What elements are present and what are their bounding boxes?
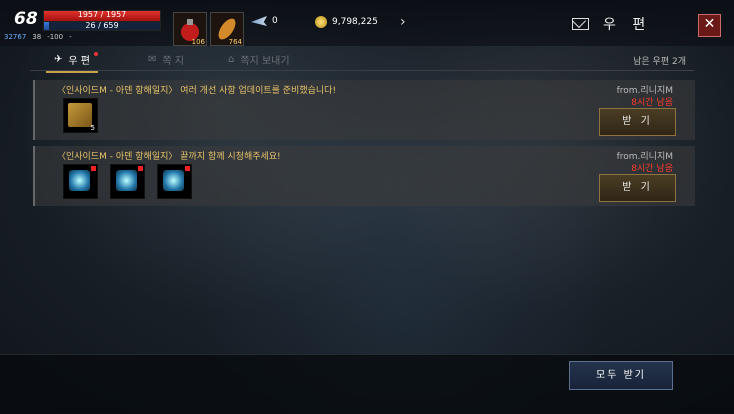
chevron-right-icon[interactable]: ›	[400, 14, 406, 30]
tab-note-label: 쪽 지	[162, 56, 184, 67]
mail-tab-icon: ✈	[54, 54, 63, 65]
mail-subject: 〈인사이드M - 아덴 항해일지〉 끝까지 함께 시청해주세요!	[57, 152, 281, 162]
power-value: 32767	[4, 33, 27, 41]
scroll-slot[interactable]: 764	[210, 12, 244, 46]
new-badge	[91, 166, 96, 171]
receive-button[interactable]: 받 기	[599, 108, 676, 136]
note-tab-icon: ✉	[148, 54, 157, 65]
mp-text: 26 / 659	[85, 21, 119, 30]
potion-slot[interactable]: 106	[173, 12, 207, 46]
attachment-slot[interactable]	[110, 164, 145, 199]
stat-a: 38	[32, 33, 42, 41]
adena-currency: 9,798,225	[315, 16, 378, 28]
mail-subject: 〈인사이드M - 아덴 항해일지〉 여러 개선 사항 업데이트를 준비했습니다!	[57, 86, 337, 96]
receive-all-button[interactable]: 모두 받기	[569, 361, 673, 390]
blue-gem-icon	[116, 170, 137, 191]
tab-send-note[interactable]: ⌂ 쪽지 보내기	[228, 52, 290, 67]
mail-time-left: 8시간 남음	[631, 98, 673, 108]
new-badge	[185, 166, 190, 171]
feather-icon	[251, 16, 267, 26]
tab-note[interactable]: ✉ 쪽 지	[148, 52, 184, 67]
envelope-icon	[572, 18, 589, 30]
tab-send-note-label: 쪽지 보내기	[240, 56, 290, 67]
attachment-slot[interactable]	[63, 164, 98, 199]
blue-gem-icon	[163, 170, 184, 191]
remaining-count: 남은 우편 2개	[633, 57, 686, 67]
stat-c: -	[69, 33, 72, 41]
feather-value: 0	[272, 16, 278, 26]
adena-value: 9,798,225	[332, 17, 378, 27]
close-button[interactable]: ✕	[698, 14, 721, 37]
receive-button[interactable]: 받 기	[599, 174, 676, 202]
mp-bar: 26 / 659	[43, 21, 161, 31]
attachment-count: 5	[90, 124, 95, 132]
player-level: 68	[14, 9, 38, 29]
new-badge	[138, 166, 143, 171]
stat-b: -100	[47, 33, 64, 41]
player-stats: 32767 38 -100 -	[4, 33, 72, 41]
coin-icon	[315, 16, 327, 28]
close-icon: ✕	[703, 16, 716, 32]
gift-box-icon	[68, 103, 92, 127]
tab-mail[interactable]: ✈ 우 편	[46, 52, 98, 73]
scroll-count: 764	[228, 38, 242, 46]
mail-time-left: 8시간 남음	[631, 164, 673, 174]
mail-item[interactable]: 〈인사이드M - 아덴 항해일지〉 여러 개선 사항 업데이트를 준비했습니다!…	[33, 80, 695, 140]
feather-currency: 0	[251, 16, 278, 26]
attachment-slot[interactable]: 5	[63, 98, 98, 133]
page-title: 우 편	[603, 17, 652, 33]
mail-item[interactable]: 〈인사이드M - 아덴 항해일지〉 끝까지 함께 시청해주세요! from.리니…	[33, 146, 695, 206]
blue-gem-icon	[69, 170, 90, 191]
hp-text: 1957 / 1957	[77, 10, 127, 19]
potion-count: 106	[191, 38, 205, 46]
tab-mail-label: 우 편	[68, 56, 90, 67]
tab-bar: ✈ 우 편 ✉ 쪽 지 ⌂ 쪽지 보내기	[30, 50, 694, 73]
new-dot	[93, 52, 98, 56]
status-bar: 68 1957 / 1957 26 / 659 32767 38 -100 - …	[0, 0, 734, 46]
mailbox-header: 우 편	[572, 14, 651, 34]
attachment-slot[interactable]	[157, 164, 192, 199]
send-tab-icon: ⌂	[228, 54, 235, 65]
